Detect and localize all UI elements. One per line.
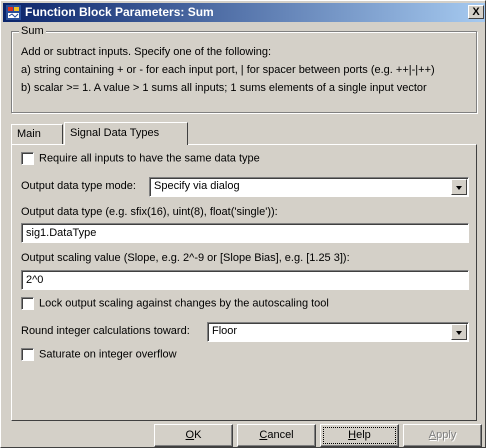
close-icon: X: [472, 6, 480, 18]
lock-scaling-label: Lock output scaling against changes by t…: [39, 297, 329, 310]
ok-button[interactable]: OK: [154, 424, 233, 447]
chevron-down-icon[interactable]: [451, 324, 467, 340]
require-same-type-row: Require all inputs to have the same data…: [21, 152, 260, 168]
cancel-label-rest: ancel: [267, 429, 294, 441]
apply-button[interactable]: Apply: [403, 424, 482, 447]
require-same-type-label: Require all inputs to have the same data…: [39, 152, 260, 165]
require-same-type-checkbox[interactable]: [21, 152, 34, 165]
output-type-label: Output data type (e.g. sfix(16), uint(8)…: [21, 206, 278, 218]
help-mnemonic: H: [348, 429, 357, 441]
output-mode-value: Specify via dialog: [154, 180, 240, 192]
round-toward-value: Floor: [212, 325, 238, 337]
tab-signal-data-types[interactable]: Signal Data Types: [64, 122, 188, 145]
tab-main-label: Main: [17, 128, 41, 140]
chevron-down-icon[interactable]: [451, 179, 467, 195]
group-legend: Sum: [19, 25, 46, 37]
tab-main[interactable]: Main: [11, 124, 63, 144]
window-title: Function Block Parameters: Sum: [25, 5, 214, 19]
ok-label-rest: K: [194, 429, 202, 441]
apply-label-rest: pply: [436, 429, 457, 441]
lock-scaling-checkbox[interactable]: [21, 297, 34, 310]
round-toward-label: Round integer calculations toward:: [21, 325, 190, 337]
dialog-window: Function Block Parameters: Sum X Sum Add…: [0, 0, 486, 448]
close-button[interactable]: X: [468, 5, 484, 19]
help-label-rest: elp: [356, 429, 371, 441]
tab-signal-data-types-label: Signal Data Types: [70, 127, 160, 139]
output-scaling-field[interactable]: [21, 270, 469, 290]
description-line-2: a) string containing + or - for each inp…: [21, 64, 435, 76]
apply-mnemonic: A: [428, 429, 437, 441]
saturate-row: Saturate on integer overflow: [21, 348, 177, 364]
cancel-button[interactable]: Cancel: [237, 424, 316, 447]
round-toward-dropdown[interactable]: Floor: [207, 322, 469, 342]
help-button[interactable]: Help: [320, 424, 399, 447]
output-mode-dropdown[interactable]: Specify via dialog: [149, 177, 469, 197]
description-line-1: Add or subtract inputs. Specify one of t…: [21, 46, 272, 58]
simulink-app-icon: [6, 5, 21, 20]
description-line-3: b) scalar >= 1. A value > 1 sums all inp…: [21, 82, 427, 94]
tab-strip: Main Signal Data Types: [11, 122, 477, 145]
output-type-field[interactable]: [21, 223, 469, 243]
ok-mnemonic: O: [185, 429, 195, 441]
output-mode-label: Output data type mode:: [21, 180, 136, 192]
saturate-label: Saturate on integer overflow: [39, 348, 177, 361]
saturate-checkbox[interactable]: [21, 348, 34, 361]
lock-scaling-row: Lock output scaling against changes by t…: [21, 297, 329, 313]
title-bar[interactable]: Function Block Parameters: Sum X: [3, 3, 485, 22]
output-scaling-label: Output scaling value (Slope, e.g. 2^-9 o…: [21, 252, 350, 264]
